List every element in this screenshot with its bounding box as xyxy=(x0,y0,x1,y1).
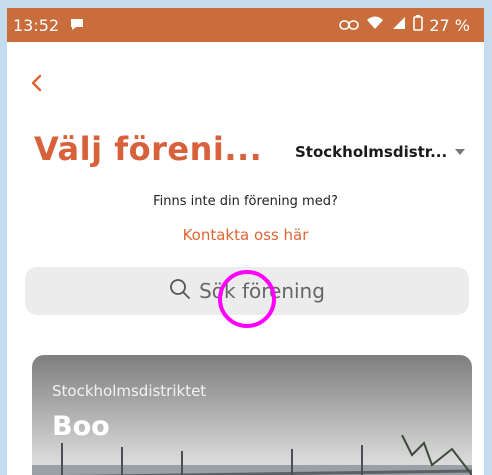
chevron-left-icon xyxy=(31,74,42,92)
signal-icon xyxy=(391,15,407,35)
link-icon xyxy=(339,16,360,35)
app-screen: 13:52 27 % Välj föreni... Stockholmsdist… xyxy=(7,8,484,475)
status-bar: 13:52 27 % xyxy=(7,8,484,42)
chat-icon xyxy=(69,16,85,36)
caret-down-icon xyxy=(455,149,466,155)
search-placeholder: Sök förening xyxy=(199,279,325,303)
battery-percent: 27 % xyxy=(429,15,470,35)
district-dropdown-value: Stockholmsdistr... xyxy=(295,143,448,161)
search-input[interactable]: Sök förening xyxy=(25,267,469,315)
status-time: 13:52 xyxy=(13,16,60,35)
card-association-name: Boo xyxy=(52,411,110,442)
status-icons: 27 % xyxy=(339,15,470,35)
association-card[interactable]: Stockholmsdistriktet Boo xyxy=(32,355,472,475)
battery-icon xyxy=(413,15,424,35)
missing-association-text: Finns inte din förening med? xyxy=(153,194,338,209)
back-button[interactable] xyxy=(29,70,59,100)
district-dropdown[interactable]: Stockholmsdistr... xyxy=(295,143,466,161)
search-icon xyxy=(169,278,191,304)
wifi-icon xyxy=(365,15,385,35)
contact-us-link[interactable]: Kontakta oss här xyxy=(7,226,484,244)
page-title: Välj föreni... xyxy=(34,130,263,168)
card-district: Stockholmsdistriktet xyxy=(52,382,207,400)
